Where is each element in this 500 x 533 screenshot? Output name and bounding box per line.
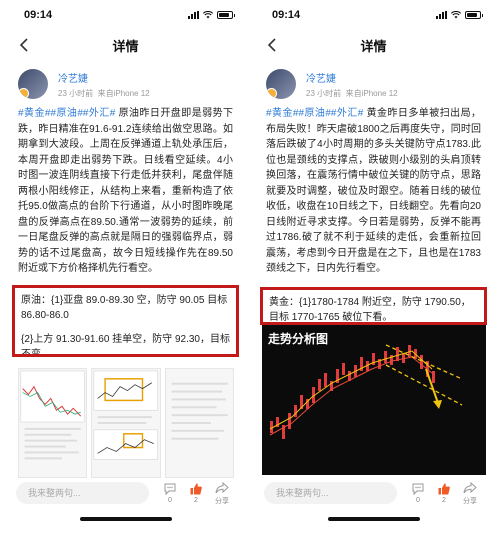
thumbs-up-icon: [438, 483, 450, 495]
chart-caption: 走势分析图: [268, 331, 328, 346]
comment-count: 0: [416, 497, 420, 504]
attachment-thumbnail[interactable]: [164, 368, 234, 478]
tag-gold[interactable]: #黄金#: [18, 108, 50, 119]
author-header: 冷艺婕 23 小时前 来自iPhone 12: [256, 60, 491, 102]
comment-button[interactable]: 0: [157, 482, 183, 504]
share-button[interactable]: 分享: [209, 481, 235, 506]
comment-input[interactable]: 我来整两句...: [264, 482, 397, 504]
like-count: 2: [442, 497, 446, 504]
tag-oil[interactable]: #原油#: [298, 108, 330, 119]
post-time: 23 小时前: [58, 88, 94, 98]
moving-averages: [269, 350, 433, 436]
bottom-action-bar: 我来整两句... 0 2 分享: [256, 478, 491, 508]
chart-thumbnail-icon: [93, 370, 159, 460]
trade-targets-box: 黄金：{1}1780-1784 附近空，防守 1790.50，目标 1770-1…: [260, 286, 487, 325]
comment-icon: [164, 483, 176, 496]
chart-thumbnail-icon: [20, 370, 85, 460]
candles: [270, 345, 435, 439]
trade-targets-box: 原油：{1}亚盘 89.0-89.30 空，防守 90.05 目标 86.80-…: [12, 284, 239, 357]
post-time: 23 小时前: [306, 88, 342, 98]
signal-icon: [188, 11, 199, 19]
attachment-images[interactable]: [18, 368, 234, 478]
comment-icon: [412, 483, 424, 496]
avatar[interactable]: [18, 69, 48, 99]
share-button[interactable]: 分享: [457, 481, 483, 506]
status-time: 09:14: [272, 9, 301, 21]
battery-icon: [465, 11, 483, 19]
comment-input[interactable]: 我来整两句...: [16, 482, 149, 504]
like-button[interactable]: 2: [431, 482, 457, 504]
avatar[interactable]: [266, 69, 296, 99]
share-icon: [463, 481, 477, 493]
author-name[interactable]: 冷艺婕: [58, 70, 150, 85]
nav-bar: 详情: [256, 30, 491, 60]
like-button[interactable]: 2: [183, 482, 209, 504]
attachment-thumbnail[interactable]: [18, 368, 88, 478]
tag-oil[interactable]: #原油#: [50, 108, 82, 119]
like-count: 2: [194, 497, 198, 504]
post-device: 来自iPhone 12: [97, 88, 150, 98]
back-arrow-icon[interactable]: [264, 36, 282, 54]
post-text: 原油昨日开盘即是弱势下跌，昨日精准在91.6-91.2连续给出做空思路。如期拿到…: [18, 108, 234, 274]
wifi-icon: [203, 11, 213, 19]
wifi-icon: [451, 11, 461, 19]
post-device: 来自iPhone 12: [345, 88, 398, 98]
author-meta: 23 小时前 来自iPhone 12: [58, 88, 150, 99]
home-indicator: [80, 517, 172, 521]
thumbs-up-icon: [190, 483, 202, 495]
share-label: 分享: [463, 497, 477, 505]
status-icons: [188, 11, 235, 19]
post-body: #黄金##原油##外汇# 黄金昨日多单被扫出局，布局失败！昨天虐破1800之后再…: [256, 102, 491, 277]
candlestick-chart-icon: 走势分析图: [268, 331, 463, 439]
signal-icon: [436, 11, 447, 19]
attachment-thumbnail[interactable]: [91, 368, 161, 478]
vip-badge-icon: [266, 88, 277, 99]
status-time: 09:14: [24, 9, 53, 21]
post-text: 黄金昨日多单被扫出局，布局失败！昨天虐破1800之后再度失守，同时回落后跌破了4…: [266, 108, 482, 274]
phone-right: 09:14 详情 冷艺婕 23 小时前 来自iPhone 12 #黄金##原油#…: [256, 0, 491, 533]
home-indicator: [328, 517, 420, 521]
status-icons: [436, 11, 483, 19]
tag-gold[interactable]: #黄金#: [266, 108, 298, 119]
comment-button[interactable]: 0: [405, 482, 431, 504]
share-label: 分享: [215, 497, 229, 505]
status-bar: 09:14: [256, 0, 491, 30]
share-icon: [215, 481, 229, 493]
back-arrow-icon[interactable]: [16, 36, 34, 54]
tag-forex[interactable]: #外汇#: [83, 108, 115, 119]
trade-target-line: 原油：{1}亚盘 89.0-89.30 空，防守 90.05 目标 86.80-…: [21, 294, 228, 322]
phone-left: 09:14 详情 冷艺婕 23 小时前 来自iPhone 12 #黄金##原油#…: [8, 0, 243, 533]
post-body: #黄金##原油##外汇# 原油昨日开盘即是弱势下跌，昨日精准在91.6-91.2…: [8, 102, 243, 277]
trend-line: [385, 364, 463, 406]
tag-forex[interactable]: #外汇#: [331, 108, 363, 119]
status-bar: 09:14: [8, 0, 243, 30]
trade-target-line: 黄金：{1}1780-1784 附近空，防守 1790.50，目标 1770-1…: [269, 296, 471, 323]
trade-target-line: {2}上方 91.30-91.60 挂单空，防守 92.30，目标不变: [21, 333, 230, 357]
bottom-action-bar: 我来整两句... 0 2 分享: [8, 478, 243, 508]
page-title: 详情: [360, 38, 387, 54]
author-header: 冷艺婕 23 小时前 来自iPhone 12: [8, 60, 243, 102]
chart-thumbnail-icon: [171, 382, 228, 440]
comment-count: 0: [168, 497, 172, 504]
nav-bar: 详情: [8, 30, 243, 60]
page-title: 详情: [112, 38, 139, 54]
battery-icon: [217, 11, 235, 19]
author-name[interactable]: 冷艺婕: [306, 70, 398, 85]
vip-badge-icon: [18, 88, 29, 99]
analysis-chart-image[interactable]: 走势分析图: [262, 325, 486, 475]
author-meta: 23 小时前 来自iPhone 12: [306, 88, 398, 99]
